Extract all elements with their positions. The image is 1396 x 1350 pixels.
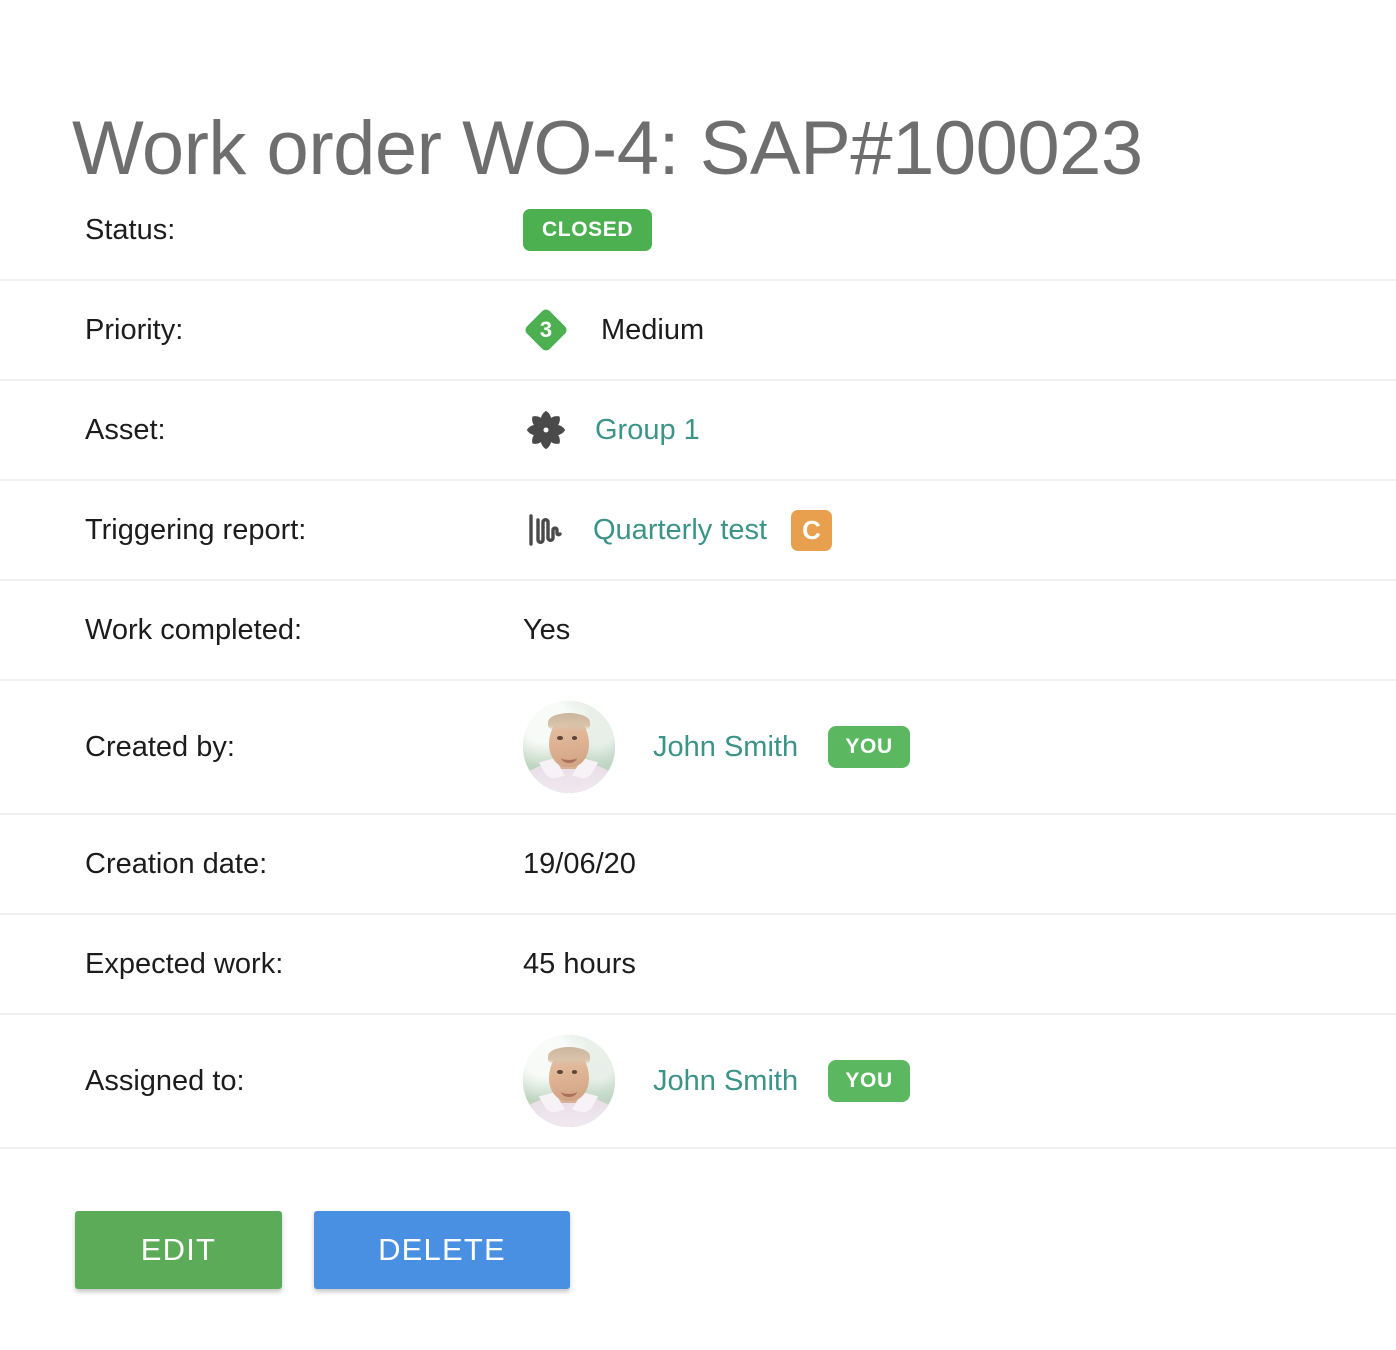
triggering-report-link[interactable]: Quarterly test (593, 513, 767, 547)
detail-row-assigned-to: Assigned to: John Smith You (0, 1015, 1396, 1149)
report-waveform-icon (523, 508, 567, 552)
detail-row-work-completed: Work completed: Yes (0, 581, 1396, 681)
avatar-smile (560, 752, 578, 763)
work-order-detail-page: Work order WO-4: SAP#100023 Status: Clos… (0, 0, 1396, 1350)
priority-number: 3 (539, 317, 553, 342)
assigned-to-user-link[interactable]: John Smith (653, 1064, 798, 1098)
detail-label-status: Status: (85, 214, 176, 246)
detail-value-priority: 3 Medium (523, 307, 1396, 353)
avatar-smile (560, 1086, 578, 1097)
created-by-user-link[interactable]: John Smith (653, 730, 798, 764)
detail-label-triggering-report: Triggering report: (85, 514, 307, 546)
action-buttons: Edit Delete (75, 1211, 570, 1289)
detail-value-triggering-report: Quarterly test C (523, 508, 1396, 552)
priority-diamond-icon: 3 (523, 307, 569, 353)
detail-row-creation-date: Creation date: 19/06/20 (0, 815, 1396, 915)
avatar-eye-left (557, 735, 563, 740)
detail-value-asset: Group 1 (523, 407, 1396, 453)
detail-row-triggering-report: Triggering report: Quarterly test C (0, 481, 1396, 581)
detail-value-expected-work: 45 hours (523, 948, 636, 980)
avatar (523, 701, 615, 793)
asset-pinwheel-icon (523, 407, 569, 453)
detail-label-assigned-to: Assigned to: (85, 1065, 245, 1097)
status-badge: Closed (523, 209, 653, 251)
detail-value-status: Closed (523, 209, 1396, 251)
report-letter-badge: C (791, 509, 833, 551)
detail-row-asset: Asset: Group 1 (0, 381, 1396, 481)
work-order-detail-table: Status: Closed Priority: 3 Medium Asset: (0, 181, 1396, 1149)
avatar-eye-right (571, 735, 578, 740)
detail-label-creation-date: Creation date: (85, 848, 268, 880)
detail-row-expected-work: Expected work: 45 hours (0, 915, 1396, 1015)
asset-link[interactable]: Group 1 (595, 413, 700, 447)
you-badge: You (828, 1060, 911, 1102)
avatar-hair (547, 712, 591, 732)
detail-value-assigned-to: John Smith You (523, 1035, 1396, 1127)
delete-button[interactable]: Delete (314, 1211, 570, 1289)
priority-label: Medium (601, 314, 705, 346)
avatar-hair (547, 1046, 591, 1066)
you-badge: You (828, 726, 911, 768)
detail-row-status: Status: Closed (0, 181, 1396, 281)
avatar-eye-left (557, 1069, 563, 1074)
detail-label-asset: Asset: (85, 414, 166, 446)
edit-button[interactable]: Edit (75, 1211, 282, 1289)
detail-label-expected-work: Expected work: (85, 948, 284, 980)
detail-value-creation-date: 19/06/20 (523, 848, 636, 880)
detail-value-created-by: John Smith You (523, 701, 1396, 793)
detail-value-work-completed: Yes (523, 614, 571, 646)
detail-row-priority: Priority: 3 Medium (0, 281, 1396, 381)
detail-row-created-by: Created by: John Smith You (0, 681, 1396, 815)
detail-label-priority: Priority: (85, 314, 184, 346)
avatar (523, 1035, 615, 1127)
detail-label-created-by: Created by: (85, 731, 235, 763)
detail-label-work-completed: Work completed: (85, 614, 303, 646)
avatar-eye-right (571, 1069, 578, 1074)
